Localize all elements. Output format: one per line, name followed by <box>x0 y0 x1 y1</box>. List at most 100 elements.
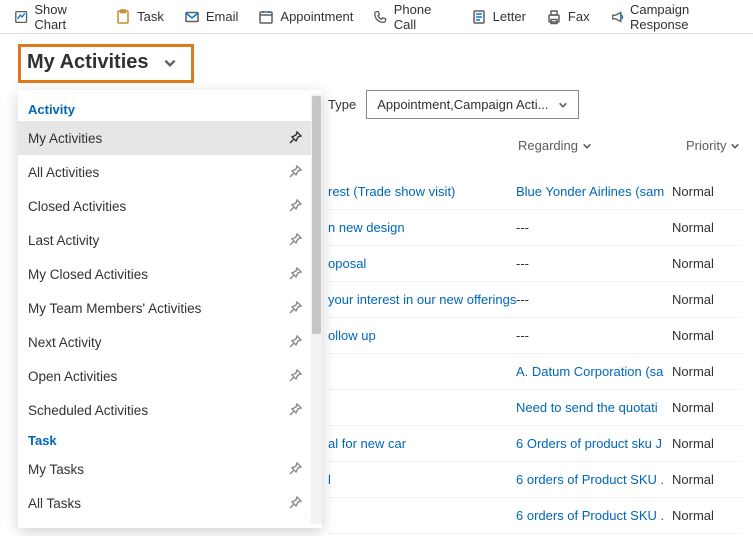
cell-regarding: --- <box>516 328 668 343</box>
pin-icon <box>287 461 303 477</box>
pin-icon <box>287 495 303 511</box>
pin-icon <box>287 164 303 180</box>
cell-subject[interactable]: your interest in our new offerings <box>328 292 516 307</box>
dropdown-item-label: My Activities <box>28 131 102 146</box>
cell-regarding: --- <box>516 256 668 271</box>
activity-type-value: Appointment,Campaign Acti... <box>377 97 548 112</box>
cell-regarding[interactable]: 6 Orders of product sku J <box>516 436 668 451</box>
cell-regarding: --- <box>516 292 668 307</box>
activity-type-filter[interactable]: Appointment,Campaign Acti... <box>366 90 579 119</box>
cell-subject[interactable]: al for new car <box>328 436 516 451</box>
view-selector-label: My Activities <box>27 51 149 74</box>
dropdown-item-label: My Tasks <box>28 462 84 477</box>
view-selector-row: My Activities <box>0 34 753 89</box>
dropdown-item-label: Open Activities <box>28 369 117 384</box>
dropdown-group-header: Phone Call <box>18 520 311 528</box>
pin-icon <box>287 402 303 418</box>
cell-subject[interactable]: n new design <box>328 220 516 235</box>
dropdown-item[interactable]: My Activities <box>18 121 311 155</box>
dropdown-item[interactable]: Closed Activities <box>18 189 311 223</box>
fax-label: Fax <box>568 9 590 24</box>
table-row[interactable]: oposal---Normal <box>328 246 743 282</box>
table-row[interactable]: A. Datum Corporation (saNormal <box>328 354 743 390</box>
letter-icon <box>471 9 487 25</box>
chart-icon <box>14 9 28 25</box>
table-row[interactable]: rest (Trade show visit)Blue Yonder Airli… <box>328 174 743 210</box>
dropdown-item[interactable]: Next Activity <box>18 325 311 359</box>
cell-regarding[interactable]: 6 orders of Product SKU . <box>516 508 668 523</box>
table-row[interactable]: n new design---Normal <box>328 210 743 246</box>
dropdown-scrollbar[interactable] <box>311 94 322 524</box>
table-row[interactable]: ollow up---Normal <box>328 318 743 354</box>
show-chart-label: Show Chart <box>34 2 95 32</box>
dropdown-item[interactable]: Last Activity <box>18 223 311 257</box>
cell-priority: Normal <box>668 472 728 487</box>
dropdown-item[interactable]: My Team Members' Activities <box>18 291 311 325</box>
cell-regarding: --- <box>516 220 668 235</box>
dropdown-item[interactable]: My Tasks <box>18 452 311 486</box>
grid-header: Regarding Priority <box>328 138 743 163</box>
pin-icon <box>287 198 303 214</box>
cell-subject[interactable]: l <box>328 472 516 487</box>
cell-subject[interactable]: rest (Trade show visit) <box>328 184 516 199</box>
dropdown-item-label: Closed Activities <box>28 199 126 214</box>
campaign-response-label: Campaign Response <box>630 2 739 32</box>
appointment-button[interactable]: Appointment <box>250 5 361 29</box>
phone-call-button[interactable]: Phone Call <box>365 0 458 36</box>
pin-icon <box>287 334 303 350</box>
megaphone-icon <box>610 9 624 25</box>
email-label: Email <box>206 9 239 24</box>
dropdown-item[interactable]: All Activities <box>18 155 311 189</box>
table-row[interactable]: 6 orders of Product SKU .Normal <box>328 498 743 534</box>
column-header-regarding[interactable]: Regarding <box>518 138 592 153</box>
cell-subject[interactable]: ollow up <box>328 328 516 343</box>
campaign-response-button[interactable]: Campaign Response <box>602 0 747 36</box>
letter-label: Letter <box>493 9 526 24</box>
pin-icon <box>287 130 303 146</box>
filter-row: Type Appointment,Campaign Acti... <box>328 90 579 119</box>
chevron-down-icon <box>163 56 177 70</box>
table-row[interactable]: al for new car6 Orders of product sku JN… <box>328 426 743 462</box>
fax-button[interactable]: Fax <box>538 5 598 29</box>
dropdown-item-label: All Activities <box>28 165 99 180</box>
dropdown-item[interactable]: Scheduled Activities <box>18 393 311 427</box>
pin-icon <box>287 232 303 248</box>
show-chart-button[interactable]: Show Chart <box>6 0 103 36</box>
activity-type-label: Type <box>328 97 356 112</box>
table-row[interactable]: Need to send the quotatiNormal <box>328 390 743 426</box>
pin-icon <box>287 266 303 282</box>
cell-priority: Normal <box>668 364 728 379</box>
cell-regarding[interactable]: 6 orders of Product SKU . <box>516 472 668 487</box>
dropdown-item[interactable]: All Tasks <box>18 486 311 520</box>
dropdown-item-label: Next Activity <box>28 335 102 350</box>
phone-call-label: Phone Call <box>394 2 451 32</box>
cell-regarding[interactable]: Need to send the quotati <box>516 400 668 415</box>
cell-priority: Normal <box>668 220 728 235</box>
dropdown-item-label: My Team Members' Activities <box>28 301 201 316</box>
cell-priority: Normal <box>668 436 728 451</box>
dropdown-item[interactable]: Open Activities <box>18 359 311 393</box>
letter-button[interactable]: Letter <box>463 5 534 29</box>
cell-priority: Normal <box>668 256 728 271</box>
view-selector[interactable]: My Activities <box>18 44 194 83</box>
appointment-label: Appointment <box>280 9 353 24</box>
dropdown-item-label: All Tasks <box>28 496 81 511</box>
dropdown-item[interactable]: My Closed Activities <box>18 257 311 291</box>
pin-icon <box>287 368 303 384</box>
pin-icon <box>287 300 303 316</box>
task-icon <box>115 9 131 25</box>
cell-regarding[interactable]: Blue Yonder Airlines (sam <box>516 184 668 199</box>
grid-body: rest (Trade show visit)Blue Yonder Airli… <box>328 174 743 530</box>
cell-regarding[interactable]: A. Datum Corporation (sa <box>516 364 668 379</box>
dropdown-item-label: Scheduled Activities <box>28 403 148 418</box>
scrollbar-thumb[interactable] <box>312 96 321 334</box>
table-row[interactable]: l6 orders of Product SKU .Normal <box>328 462 743 498</box>
email-button[interactable]: Email <box>176 5 247 29</box>
column-header-priority[interactable]: Priority <box>686 138 740 153</box>
email-icon <box>184 9 200 25</box>
task-button[interactable]: Task <box>107 5 172 29</box>
dropdown-item-label: Last Activity <box>28 233 99 248</box>
chevron-down-icon <box>582 141 592 151</box>
cell-subject[interactable]: oposal <box>328 256 516 271</box>
table-row[interactable]: your interest in our new offerings---Nor… <box>328 282 743 318</box>
